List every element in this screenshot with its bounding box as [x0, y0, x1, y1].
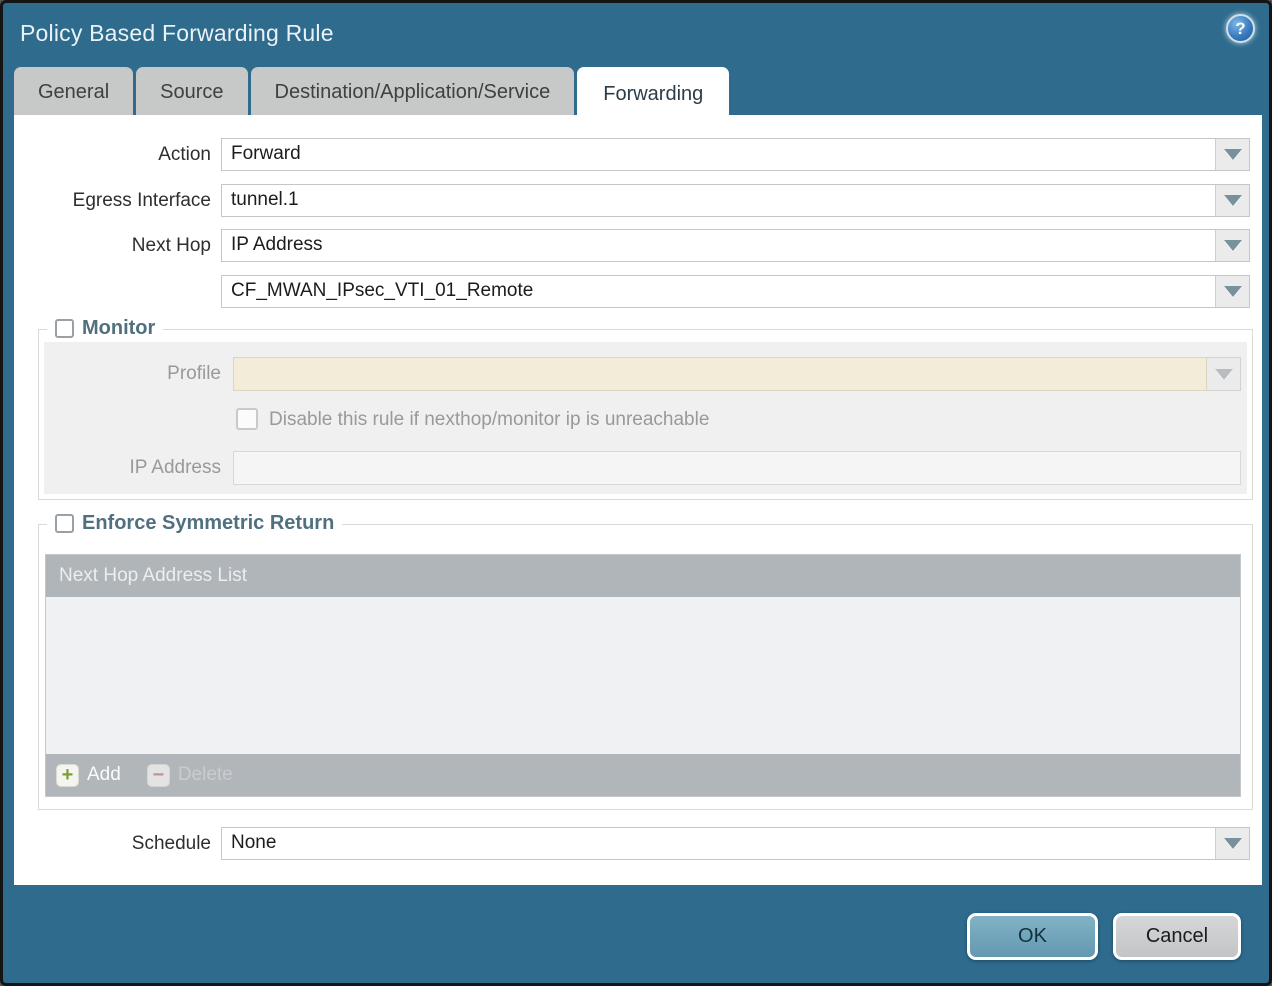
schedule-value: None [222, 828, 1215, 859]
next-hop-address-table: Next Hop Address List + Add − Delete [45, 554, 1241, 797]
dialog-title: Policy Based Forwarding Rule [20, 20, 334, 47]
action-dropdown-button[interactable] [1215, 139, 1249, 170]
cancel-button[interactable]: Cancel [1113, 913, 1241, 960]
action-value: Forward [222, 139, 1215, 170]
next-hop-type-select[interactable]: IP Address [221, 229, 1250, 262]
egress-interface-select[interactable]: tunnel.1 [221, 184, 1250, 217]
forwarding-tab-panel: Action Forward Egress Interface tunnel.1… [14, 115, 1262, 885]
disable-rule-label: Disable this rule if nexthop/monitor ip … [269, 408, 709, 432]
egress-interface-value: tunnel.1 [222, 185, 1215, 216]
monitor-title-label: Monitor [82, 317, 155, 340]
chevron-down-icon [1224, 195, 1242, 206]
ok-button[interactable]: OK [967, 913, 1098, 960]
profile-label: Profile [39, 357, 221, 391]
monitor-ip-address-label: IP Address [39, 451, 221, 485]
chevron-down-icon [1224, 240, 1242, 251]
help-glyph: ? [1235, 20, 1245, 37]
policy-based-forwarding-dialog: Policy Based Forwarding Rule ? General S… [0, 0, 1272, 986]
profile-value [233, 357, 1207, 391]
next-hop-address-table-toolbar: + Add − Delete [46, 754, 1240, 796]
next-hop-type-dropdown-button[interactable] [1215, 230, 1249, 261]
next-hop-address-select[interactable]: CF_MWAN_IPsec_VTI_01_Remote [221, 275, 1250, 308]
schedule-select[interactable]: None [221, 827, 1250, 860]
delete-button-label: Delete [178, 764, 233, 786]
monitor-ip-address-input [233, 451, 1241, 485]
add-button-label: Add [87, 764, 121, 786]
tab-general[interactable]: General [14, 67, 133, 118]
enforce-symmetric-return-group-title: Enforce Symmetric Return [47, 512, 342, 535]
tab-destination-application-service[interactable]: Destination/Application/Service [251, 67, 575, 118]
schedule-dropdown-button[interactable] [1215, 828, 1249, 859]
chevron-down-icon [1224, 838, 1242, 849]
monitor-group-title: Monitor [47, 317, 163, 340]
minus-icon: − [147, 764, 170, 787]
monitor-group: Monitor Profile Disable this rule if nex… [38, 329, 1253, 500]
tab-source[interactable]: Source [136, 67, 247, 118]
next-hop-type-value: IP Address [222, 230, 1215, 261]
enforce-symmetric-return-checkbox[interactable] [55, 514, 74, 533]
profile-select [233, 357, 1241, 391]
enforce-symmetric-return-title-label: Enforce Symmetric Return [82, 512, 334, 535]
chevron-down-icon [1224, 286, 1242, 297]
dialog-titlebar: Policy Based Forwarding Rule ? [3, 3, 1269, 65]
tab-bar: General Source Destination/Application/S… [14, 67, 729, 122]
help-icon[interactable]: ? [1226, 14, 1255, 43]
enforce-symmetric-return-group: Enforce Symmetric Return Next Hop Addres… [38, 524, 1253, 810]
egress-interface-label: Egress Interface [14, 184, 211, 217]
next-hop-label: Next Hop [14, 229, 211, 262]
plus-icon: + [56, 764, 79, 787]
next-hop-address-table-body[interactable] [46, 597, 1240, 754]
action-label: Action [14, 138, 211, 171]
chevron-down-icon [1224, 149, 1242, 160]
add-button[interactable]: + Add [56, 764, 121, 787]
delete-button: − Delete [147, 764, 233, 787]
disable-rule-checkbox [236, 408, 258, 430]
next-hop-address-value: CF_MWAN_IPsec_VTI_01_Remote [222, 276, 1215, 307]
egress-interface-dropdown-button[interactable] [1215, 185, 1249, 216]
profile-dropdown-button [1207, 357, 1241, 391]
schedule-label: Schedule [14, 827, 211, 860]
action-select[interactable]: Forward [221, 138, 1250, 171]
monitor-checkbox[interactable] [55, 319, 74, 338]
next-hop-address-dropdown-button[interactable] [1215, 276, 1249, 307]
chevron-down-icon [1215, 369, 1233, 380]
next-hop-address-list-header: Next Hop Address List [46, 555, 1240, 597]
tab-forwarding[interactable]: Forwarding [577, 67, 729, 122]
